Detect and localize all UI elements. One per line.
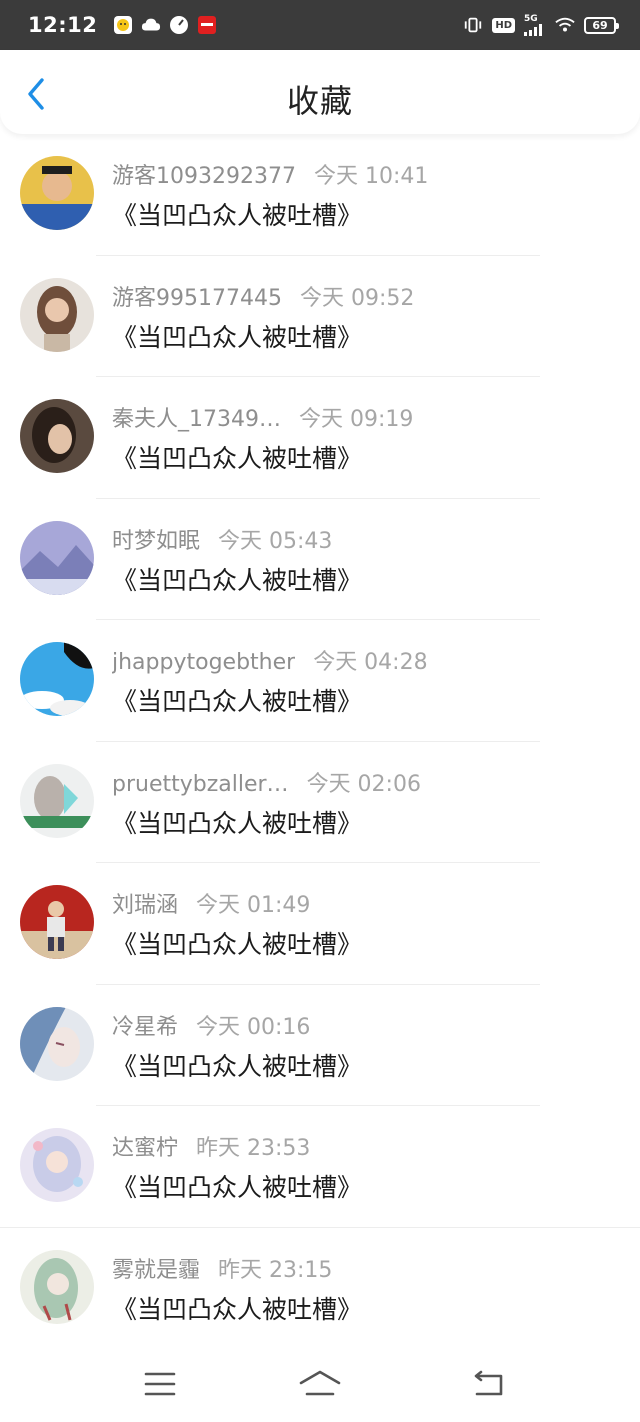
username[interactable]: 时梦如眠: [112, 523, 200, 555]
avatar[interactable]: [20, 642, 94, 716]
news-icon: [197, 15, 217, 35]
timestamp: 今天 00:16: [196, 1014, 311, 1040]
menu-icon: [144, 1372, 176, 1396]
page-title: 收藏: [286, 82, 353, 120]
notification-icons: [113, 15, 217, 35]
username[interactable]: 游客995177445: [112, 280, 282, 312]
item-title[interactable]: 《当凹凸众人被吐槽》: [112, 1047, 362, 1083]
timestamp: 今天 09:19: [299, 407, 414, 432]
timestamp: 今天 05:43: [218, 528, 333, 554]
list-item[interactable]: 冷星希 今天 00:16 《当凹凸众人被吐槽》: [0, 985, 640, 1106]
home-icon: [299, 1370, 341, 1396]
favorites-list: 游客1093292377 今天 10:41 《当凹凸众人被吐槽》 游客99517…: [0, 134, 640, 1349]
status-bar: 12:12 HD 5G 69: [0, 0, 640, 50]
list-item[interactable]: 达蜜柠 昨天 23:53 《当凹凸众人被吐槽》: [0, 1106, 640, 1228]
username[interactable]: 冷星希: [112, 1009, 178, 1041]
item-title[interactable]: 《当凹凸众人被吐槽》: [112, 1290, 362, 1326]
network-label: 5G: [524, 13, 538, 24]
list-item[interactable]: 时梦如眠 今天 05:43 《当凹凸众人被吐槽》: [0, 499, 640, 620]
battery-indicator: 69: [584, 16, 619, 34]
avatar[interactable]: [20, 1249, 94, 1324]
avatar[interactable]: [20, 1006, 94, 1081]
dial-icon: [169, 15, 189, 35]
list-item[interactable]: 游客1093292377 今天 10:41 《当凹凸众人被吐槽》: [0, 134, 640, 256]
list-item[interactable]: 刘瑞涵 今天 01:49 《当凹凸众人被吐槽》: [0, 863, 640, 985]
avatar[interactable]: [20, 885, 94, 959]
item-title[interactable]: 《当凹凸众人被吐槽》: [112, 561, 362, 597]
avatar[interactable]: [20, 1128, 94, 1202]
list-item[interactable]: 游客995177445 今天 09:52 《当凹凸众人被吐槽》: [0, 256, 640, 377]
item-title[interactable]: 《当凹凸众人被吐槽》: [112, 1168, 362, 1204]
hd-badge: HD: [492, 17, 515, 33]
username[interactable]: 雾就是霾: [112, 1252, 200, 1284]
avatar[interactable]: [20, 156, 94, 230]
cloud-icon: [141, 15, 161, 35]
system-nav-bar: [0, 1346, 640, 1422]
signal-icon: 5G: [524, 13, 546, 36]
vibrate-icon: [463, 15, 483, 35]
item-title[interactable]: 《当凹凸众人被吐槽》: [112, 925, 362, 961]
username[interactable]: jhappytogebther: [112, 650, 295, 675]
back-nav-button[interactable]: [468, 1366, 508, 1402]
list-item[interactable]: pruettybzaller… 今天 02:06 《当凹凸众人被吐槽》: [0, 742, 640, 863]
timestamp: 今天 09:52: [299, 285, 415, 311]
item-title[interactable]: 《当凹凸众人被吐槽》: [112, 682, 362, 718]
avatar[interactable]: [20, 277, 94, 352]
item-title[interactable]: 《当凹凸众人被吐槽》: [112, 196, 362, 232]
home-button[interactable]: [297, 1366, 343, 1402]
list-item[interactable]: jhappytogebther 今天 04:28 《当凹凸众人被吐槽》: [0, 620, 640, 742]
wifi-icon: [555, 15, 575, 35]
list-item[interactable]: 雾就是霾 昨天 23:15 《当凹凸众人被吐槽》: [0, 1228, 640, 1350]
timestamp: 昨天 23:53: [196, 1136, 311, 1161]
timestamp: 今天 10:41: [313, 164, 429, 189]
username[interactable]: pruettybzaller…: [112, 772, 289, 797]
list-item[interactable]: 秦夫人_17349… 今天 09:19 《当凹凸众人被吐槽》: [0, 377, 640, 499]
status-time: 12:12: [28, 13, 98, 37]
item-title[interactable]: 《当凹凸众人被吐槽》: [112, 439, 362, 475]
timestamp: 今天 04:28: [313, 650, 428, 675]
username[interactable]: 秦夫人_17349…: [112, 401, 281, 433]
emoji-icon: [113, 15, 133, 35]
menu-button[interactable]: [140, 1366, 180, 1402]
username[interactable]: 刘瑞涵: [112, 887, 178, 919]
avatar[interactable]: [20, 399, 94, 473]
username[interactable]: 达蜜柠: [112, 1130, 178, 1162]
username[interactable]: 游客1093292377: [112, 158, 296, 190]
timestamp: 今天 02:06: [306, 771, 421, 797]
header-bar: 收藏: [0, 50, 640, 134]
avatar[interactable]: [20, 520, 94, 595]
item-title[interactable]: 《当凹凸众人被吐槽》: [112, 804, 362, 840]
back-icon: [474, 1370, 503, 1396]
timestamp: 今天 01:49: [196, 893, 311, 918]
item-title[interactable]: 《当凹凸众人被吐槽》: [112, 318, 362, 354]
timestamp: 昨天 23:15: [218, 1257, 333, 1283]
avatar[interactable]: [20, 763, 94, 838]
